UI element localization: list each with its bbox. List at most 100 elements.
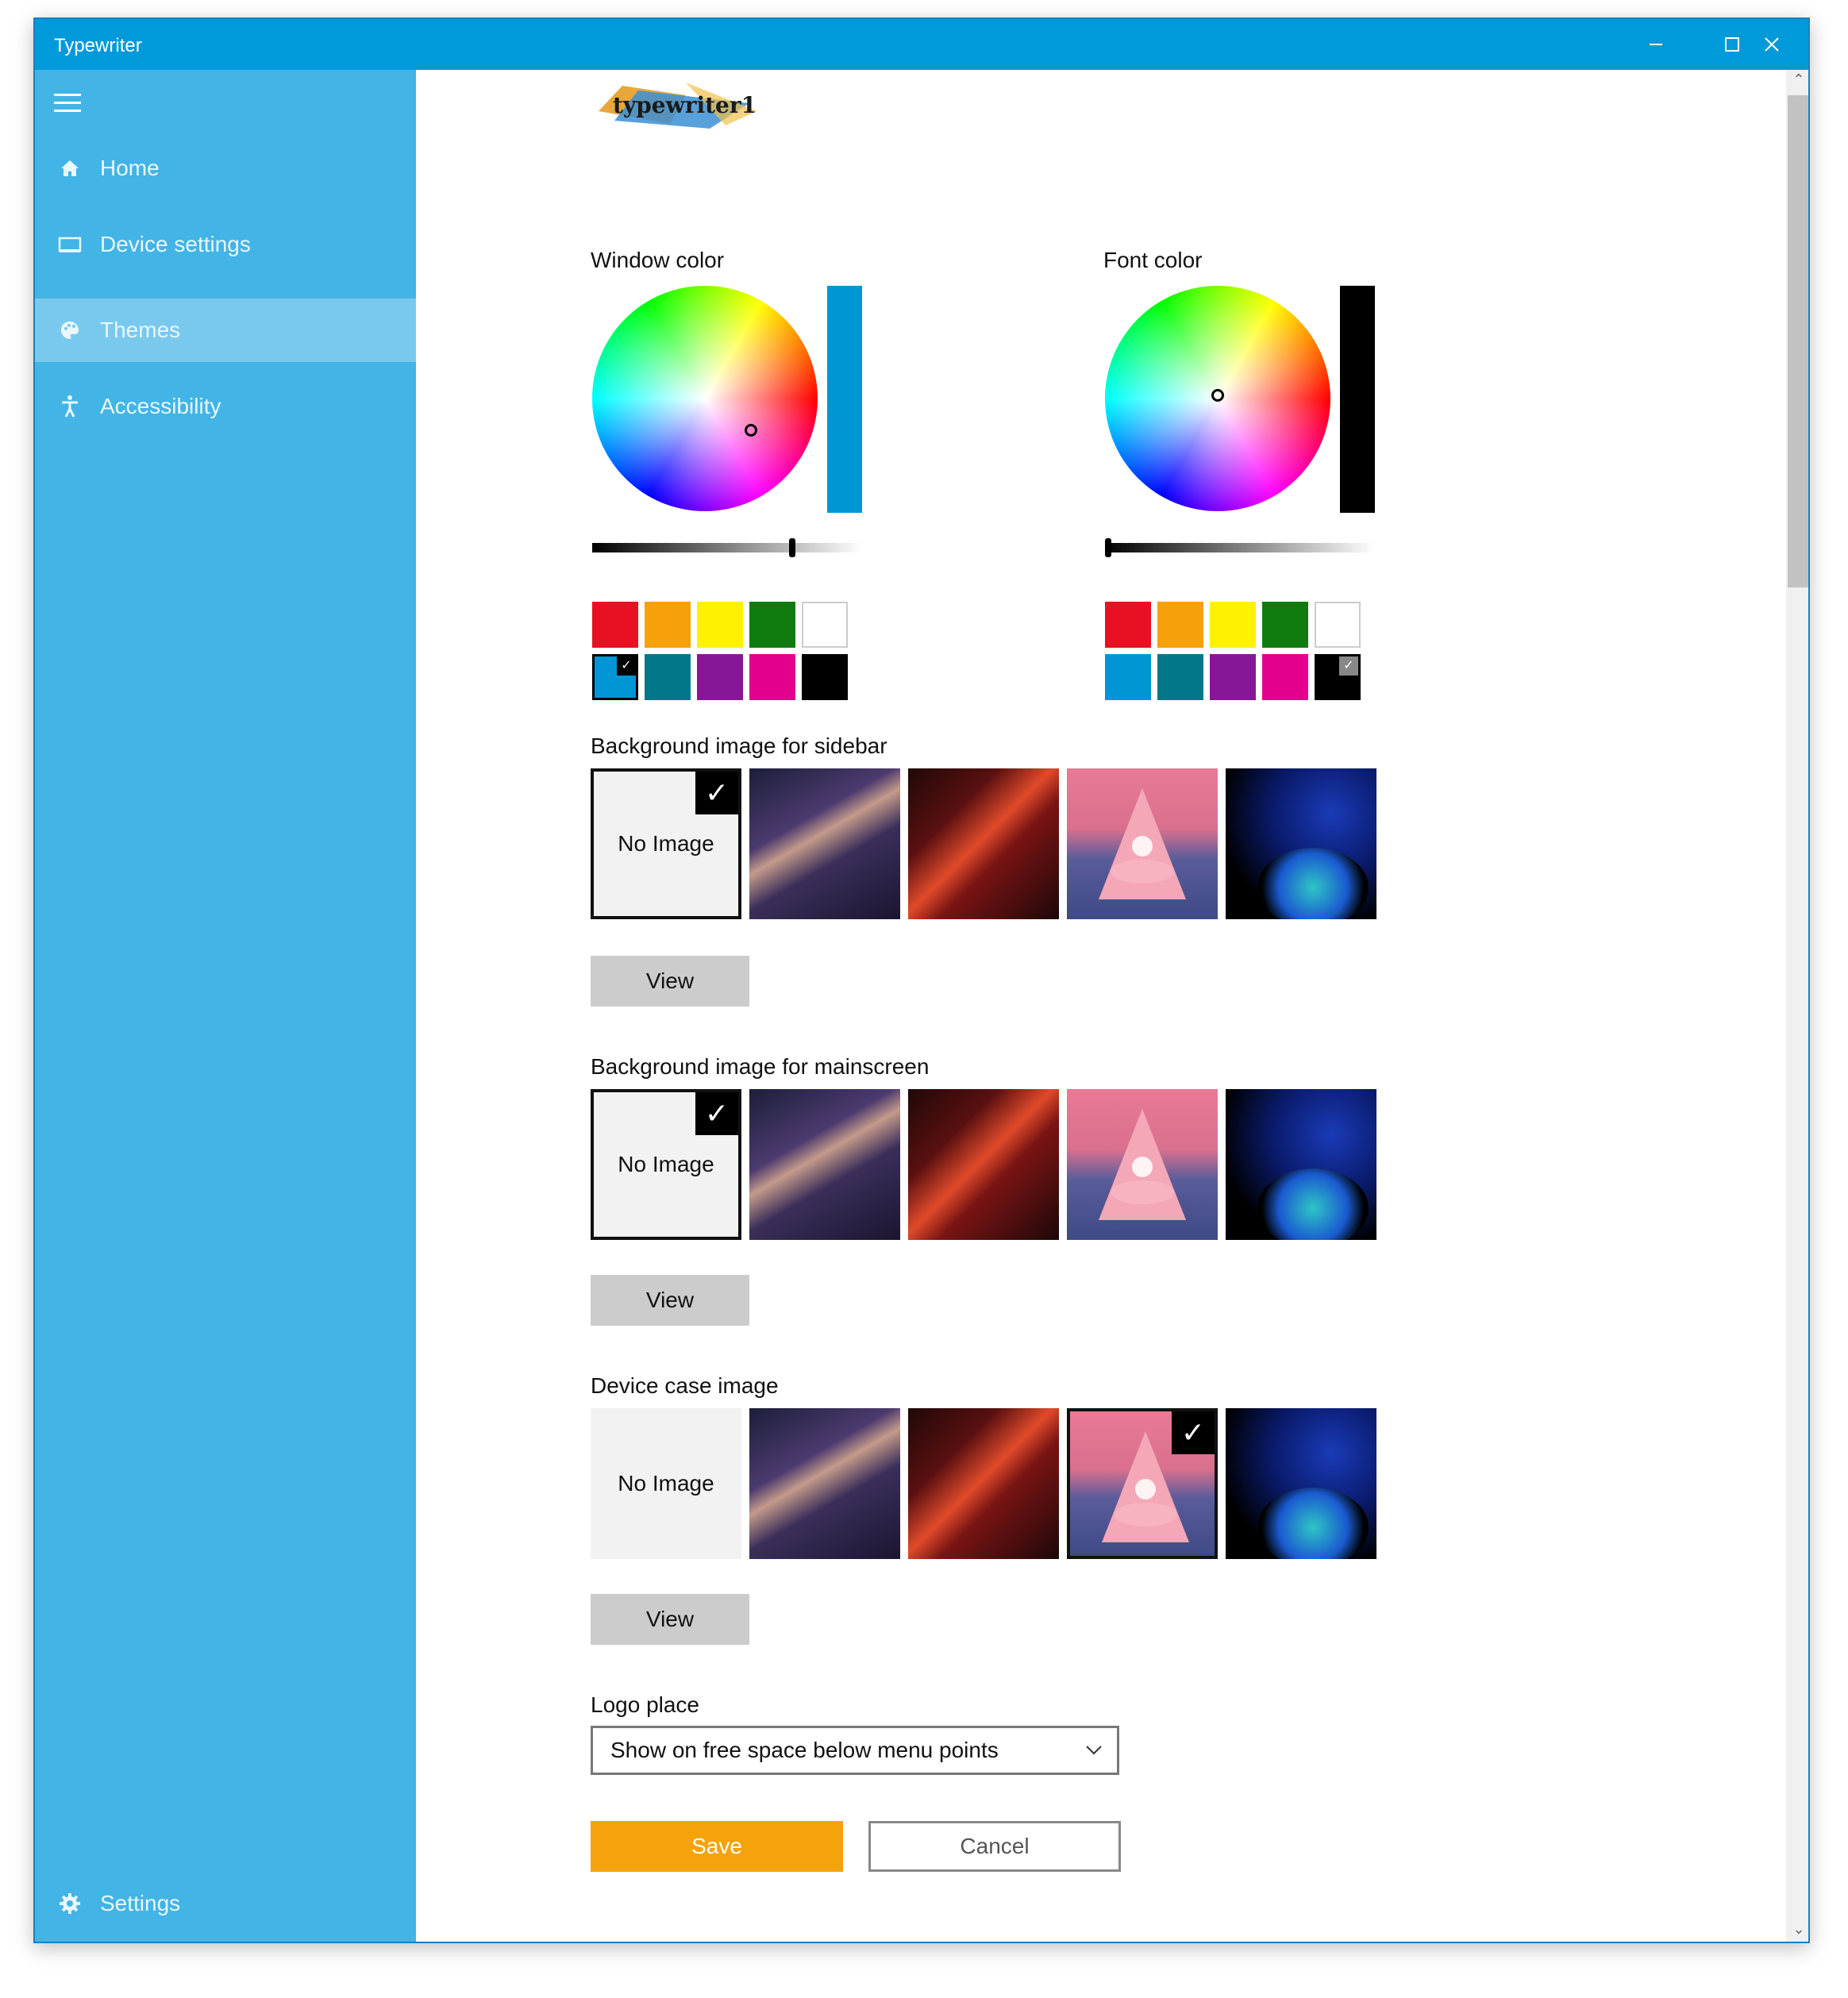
sidebar-bg-image-4[interactable] xyxy=(1226,768,1376,919)
color-swatch[interactable] xyxy=(802,654,848,700)
gear-icon xyxy=(54,1888,86,1919)
logo-place-dropdown[interactable]: Show on free space below menu points xyxy=(591,1726,1119,1775)
sidebar-item-home[interactable]: Home xyxy=(35,137,416,200)
sidebar-item-label: Themes xyxy=(100,318,181,342)
color-swatch[interactable]: ✓ xyxy=(1315,654,1361,700)
sidebar-bg-image-2[interactable] xyxy=(908,768,1059,919)
mainscreen-bg-no-image[interactable]: No Image ✓ xyxy=(591,1089,741,1240)
window-brightness-thumb[interactable] xyxy=(789,538,795,557)
sidebar-item-device-settings[interactable]: Device settings xyxy=(35,213,416,276)
checkmark-icon: ✓ xyxy=(695,1092,738,1135)
logo-place-value: Show on free space below menu points xyxy=(610,1738,999,1762)
accessibility-icon xyxy=(54,391,86,422)
color-swatch[interactable]: ✓ xyxy=(592,654,638,700)
device-case-no-image[interactable]: No Image xyxy=(591,1408,741,1559)
window-color-wheel[interactable] xyxy=(592,286,818,511)
home-icon xyxy=(54,152,86,184)
mainscreen-bg-gallery: No Image ✓ xyxy=(591,1089,1376,1240)
logo-text: typewriter1 xyxy=(613,92,757,118)
sidebar-item-themes[interactable]: Themes xyxy=(35,298,416,362)
device-case-image-4[interactable] xyxy=(1226,1408,1376,1559)
close-button[interactable] xyxy=(1734,19,1808,70)
mainscreen-bg-view-button[interactable]: View xyxy=(591,1275,749,1326)
sidebar-bg-view-button[interactable]: View xyxy=(591,956,749,1007)
window-color-preview xyxy=(827,286,862,513)
color-swatch[interactable] xyxy=(645,602,691,648)
font-color-preview xyxy=(1340,286,1375,513)
themes-panel: typewriter1 Window color ✓ Font color ✓ … xyxy=(416,70,1808,1942)
device-icon xyxy=(54,229,86,260)
minimize-button[interactable] xyxy=(1618,19,1694,70)
device-case-view-button[interactable]: View xyxy=(591,1594,749,1645)
sidebar-item-label: Home xyxy=(100,156,160,180)
device-case-gallery: No Image ✓ xyxy=(591,1408,1376,1559)
device-case-image-2[interactable] xyxy=(908,1408,1059,1559)
checkmark-icon: ✓ xyxy=(1172,1411,1215,1454)
sidebar-bg-gallery: No Image ✓ xyxy=(591,768,1376,919)
sidebar: Home Device settings Themes Accessibilit… xyxy=(35,70,416,1942)
mainscreen-bg-image-2[interactable] xyxy=(908,1089,1059,1240)
color-swatch[interactable] xyxy=(592,602,638,648)
sidebar-item-settings[interactable]: Settings xyxy=(35,1872,416,1935)
color-swatch[interactable] xyxy=(697,654,743,700)
mainscreen-bg-image-3[interactable] xyxy=(1067,1089,1218,1240)
color-swatch[interactable] xyxy=(749,602,795,648)
window-brightness-slider[interactable] xyxy=(592,538,862,557)
sidebar-bg-label: Background image for sidebar xyxy=(591,733,887,758)
hamburger-menu-icon[interactable] xyxy=(54,94,81,114)
color-swatch[interactable] xyxy=(697,602,743,648)
mainscreen-bg-image-1[interactable] xyxy=(749,1089,900,1240)
save-button[interactable]: Save xyxy=(591,1821,843,1872)
app-window: Typewriter Home Device settings Themes A… xyxy=(33,17,1810,1943)
device-case-image-1[interactable] xyxy=(749,1408,900,1559)
cancel-button[interactable]: Cancel xyxy=(868,1821,1121,1872)
checkmark-icon: ✓ xyxy=(617,656,636,676)
chevron-down-icon xyxy=(1086,1746,1102,1755)
scroll-down-icon[interactable]: ⌄ xyxy=(1786,1921,1808,1942)
sidebar-item-label: Device settings xyxy=(100,232,251,256)
close-icon xyxy=(1765,37,1779,52)
sidebar-item-label: Accessibility xyxy=(100,394,221,418)
color-swatch[interactable] xyxy=(1105,654,1151,700)
font-color-label: Font color xyxy=(1103,248,1203,272)
color-swatch[interactable] xyxy=(1210,602,1256,648)
minimize-icon xyxy=(1650,44,1662,45)
sidebar-bg-image-1[interactable] xyxy=(749,768,900,919)
color-swatch[interactable] xyxy=(1210,654,1256,700)
color-swatch[interactable] xyxy=(1262,654,1308,700)
font-color-picker-handle[interactable] xyxy=(1211,389,1224,402)
scroll-up-icon[interactable]: ⌃ xyxy=(1786,71,1808,94)
scrollbar-thumb[interactable] xyxy=(1788,95,1808,587)
color-swatch[interactable] xyxy=(1157,654,1203,700)
window-color-picker-handle[interactable] xyxy=(745,424,757,437)
no-image-label: No Image xyxy=(618,1471,714,1496)
no-image-label: No Image xyxy=(618,1152,714,1176)
checkmark-icon: ✓ xyxy=(1339,656,1358,676)
vertical-scrollbar[interactable]: ⌃ ⌄ xyxy=(1786,70,1808,1942)
logo-place-label: Logo place xyxy=(591,1692,700,1717)
color-swatch[interactable] xyxy=(645,654,691,700)
color-swatch[interactable] xyxy=(1105,602,1151,648)
color-swatch[interactable] xyxy=(1262,602,1308,648)
no-image-label: No Image xyxy=(618,831,714,856)
sidebar-bg-no-image[interactable]: No Image ✓ xyxy=(591,768,741,919)
checkmark-icon: ✓ xyxy=(695,772,738,814)
sidebar-item-label: Settings xyxy=(100,1891,181,1915)
device-case-label: Device case image xyxy=(591,1373,779,1398)
window-color-label: Window color xyxy=(591,248,725,272)
device-case-image-3[interactable]: ✓ xyxy=(1067,1408,1218,1559)
color-swatch[interactable] xyxy=(749,654,795,700)
mainscreen-bg-image-4[interactable] xyxy=(1226,1089,1376,1240)
color-swatch[interactable] xyxy=(1157,602,1203,648)
title-bar: Typewriter xyxy=(35,19,1808,70)
app-logo: typewriter1 xyxy=(591,79,765,132)
palette-icon xyxy=(54,314,86,346)
font-brightness-thumb[interactable] xyxy=(1105,538,1111,557)
window-title: Typewriter xyxy=(54,35,142,56)
font-brightness-slider[interactable] xyxy=(1105,538,1375,557)
color-swatch[interactable] xyxy=(1315,602,1361,648)
color-swatch[interactable] xyxy=(802,602,848,648)
mainscreen-bg-label: Background image for mainscreen xyxy=(591,1054,930,1079)
sidebar-item-accessibility[interactable]: Accessibility xyxy=(35,375,416,438)
sidebar-bg-image-3[interactable] xyxy=(1067,768,1218,919)
